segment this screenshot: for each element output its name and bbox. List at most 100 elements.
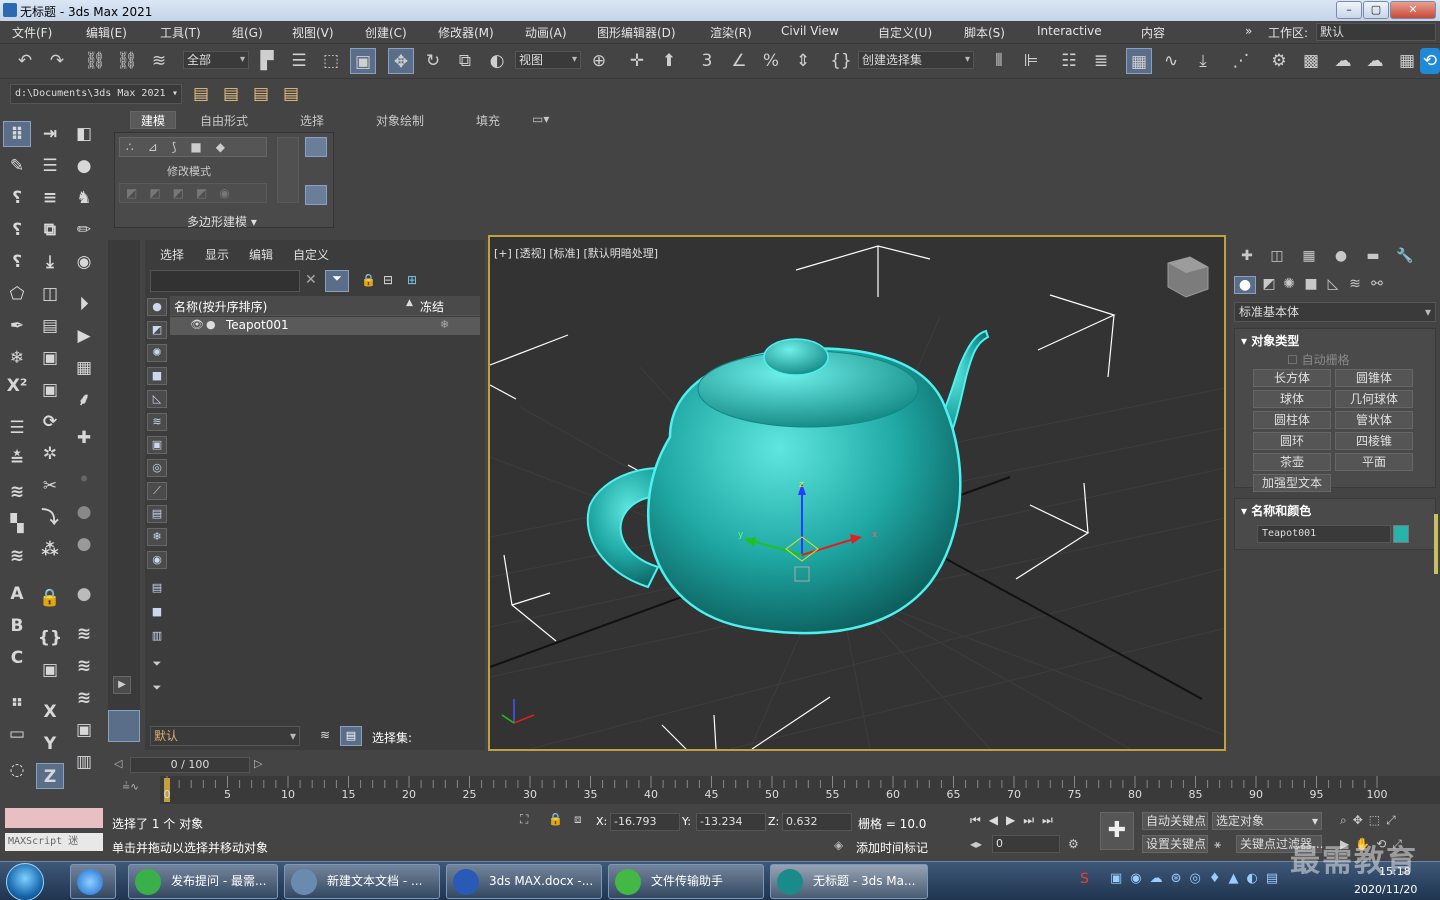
tab-freeform[interactable]: 自由形式 <box>200 112 248 129</box>
maxscript-listener[interactable] <box>5 808 103 828</box>
z-coordinate[interactable]: 0.632 <box>782 813 852 831</box>
shape-tool-icon[interactable]: ◫ <box>36 281 64 307</box>
minimize-button[interactable]: – <box>1336 1 1362 19</box>
snowflake-icon[interactable]: ❄ <box>3 345 31 371</box>
hierarchy-icon[interactable]: ⊟ <box>383 273 393 287</box>
utilities-tab-icon[interactable]: 🔧 <box>1394 248 1416 266</box>
select-by-name-icon[interactable]: ☰ <box>286 48 312 74</box>
curve-editor-icon[interactable]: ∿ <box>1158 48 1184 74</box>
task-item-4[interactable]: 无标题 - 3ds Ma... <box>770 864 928 899</box>
lock-small-icon[interactable]: 🔒 <box>361 273 376 287</box>
filter-containers-icon[interactable]: ▤ <box>147 505 167 523</box>
table-tool-icon[interactable]: ▤ <box>36 313 64 339</box>
new-folder-icon[interactable]: ▤ <box>248 81 274 107</box>
cube-tool-icon[interactable]: ▣ <box>36 345 64 371</box>
project-path-select[interactable]: d:\Documents\3ds Max 2021 ▾ <box>10 84 182 104</box>
display-none-icon[interactable]: ■ <box>147 604 167 622</box>
absolute-mode-icon[interactable]: ⧈ <box>574 812 582 827</box>
layers-tool-icon[interactable]: ≡ <box>36 185 64 211</box>
angle-snap-icon[interactable]: ∠ <box>726 48 752 74</box>
filter-shapes-icon[interactable]: ◩ <box>147 321 167 339</box>
move-down-icon[interactable]: ⤓ <box>36 249 64 275</box>
viewport-layout-icon[interactable] <box>108 710 140 742</box>
brush-tool-icon[interactable]: ⸙ <box>70 387 98 413</box>
teapot-object[interactable] <box>586 329 990 635</box>
object-category-dropdown[interactable]: 标准基本体 ▾ <box>1234 302 1436 322</box>
film-tool-icon[interactable]: ⏵ <box>70 291 98 317</box>
selection-lock-icon[interactable]: 🔒 <box>548 812 563 826</box>
task-item-2[interactable]: 3ds MAX.docx -... <box>446 864 602 899</box>
explorer-menu-edit[interactable]: 编辑 <box>249 246 273 263</box>
unlink-icon[interactable]: ⛓ <box>114 48 140 74</box>
sort-asc-icon[interactable]: ▲ <box>406 298 413 308</box>
link-icon[interactable]: ⛓ <box>82 48 108 74</box>
scene-explorer-icon[interactable]: ☷ <box>1056 48 1082 74</box>
mini-curve-icon[interactable]: ≟∿ <box>110 776 160 804</box>
torus-button[interactable]: 圆环 <box>1253 432 1331 450</box>
render-grid-icon[interactable]: ▦ <box>1394 48 1420 74</box>
helpers-icon[interactable]: ◺ <box>1322 276 1344 294</box>
filter-bones-icon[interactable]: ⟋ <box>147 482 167 500</box>
track-bar[interactable]: ≟∿ 0 5 10 15 20 25 30 35 40 45 50 55 60 65 70 75 80 85 90 9… <box>110 776 1440 804</box>
sphere-tool-icon[interactable]: ● <box>70 153 98 179</box>
lock-icon[interactable]: 🔒 <box>36 585 64 611</box>
column-freeze[interactable]: 冻结 <box>420 298 444 315</box>
gear-small-icon[interactable]: ✲ <box>36 441 64 467</box>
set-key-icon[interactable]: ✚ <box>1100 812 1134 850</box>
cone-button[interactable]: 圆锥体 <box>1335 369 1413 387</box>
camera-round-icon[interactable]: ⟳ <box>36 409 64 435</box>
paint-tool-icon[interactable]: ✒ <box>3 313 31 339</box>
schematic-view-icon[interactable]: ⤓ <box>1190 48 1216 74</box>
axis-z-icon[interactable]: Z <box>36 763 64 789</box>
set-project-icon[interactable]: ▤ <box>188 81 214 107</box>
select-object-icon[interactable]: ▛ <box>254 48 280 74</box>
maxscript-input[interactable]: MAXScript 迷 <box>5 833 103 851</box>
cylinder-button[interactable]: 圆柱体 <box>1253 411 1331 429</box>
plane-button[interactable]: 平面 <box>1335 453 1413 471</box>
select-rotate-icon[interactable]: ↻ <box>420 48 446 74</box>
spinner-snap-icon[interactable]: ⇕ <box>790 48 816 74</box>
box-button[interactable]: 长方体 <box>1253 369 1331 387</box>
autogrid-checkbox[interactable]: ☐ 自动栅格 <box>1287 351 1350 368</box>
viewport-nav-icons[interactable]: ⌕✥⬚⤢ <box>1340 813 1402 828</box>
tube-button[interactable]: 管状体 <box>1335 411 1413 429</box>
ribbon-toggle-icon[interactable]: ▦ <box>1126 48 1152 74</box>
task-item-3[interactable]: 文件传输助手 <box>608 864 764 899</box>
maximize-button[interactable]: ▢ <box>1363 1 1389 19</box>
open-folder-icon[interactable]: ▤ <box>218 81 244 107</box>
hierarchy-tab-icon[interactable]: ▦ <box>1298 248 1320 266</box>
lasso-icon[interactable]: ✎ <box>3 153 31 179</box>
object-type-header[interactable]: ▾ 对象类型 <box>1241 332 1299 349</box>
knife-icon[interactable]: ⤵ <box>36 505 64 531</box>
add-time-tag[interactable]: 添加时间标记 <box>856 839 928 856</box>
isolate-icon[interactable]: ⛶ <box>520 812 528 827</box>
menu-item-13[interactable]: Interactive <box>1037 24 1102 38</box>
text-b-icon[interactable]: B <box>3 613 31 639</box>
camera-tool-icon[interactable]: ◧ <box>70 121 98 147</box>
rect-selection-icon[interactable]: ⬚ <box>318 48 344 74</box>
record-tool-icon[interactable]: ▦ <box>70 355 98 381</box>
auto-key-button[interactable]: 自动关键点 <box>1142 812 1208 830</box>
graphite-tool2-icon[interactable] <box>305 185 327 205</box>
next-frame-icon[interactable]: ▷ <box>254 757 262 770</box>
keyboard-shortcut-icon[interactable]: ⬆ <box>656 48 682 74</box>
paint-select-icon[interactable]: ⸮ <box>3 185 31 211</box>
graphite-tool-icon[interactable] <box>305 137 327 157</box>
clear-search-icon[interactable]: ✕ <box>305 272 317 288</box>
menu-item-4[interactable]: 视图(V) <box>292 24 334 41</box>
material-editor-icon[interactable]: ⋰ <box>1228 48 1254 74</box>
teapot-button[interactable]: 茶壶 <box>1253 453 1331 471</box>
filter-funnel-icon[interactable]: ⏷ <box>147 656 167 674</box>
tab-selection[interactable]: 选择 <box>300 112 324 129</box>
axis-y-icon[interactable]: Y <box>36 731 64 757</box>
set-key-button[interactable]: 设置关键点 <box>1142 835 1208 853</box>
list-tool-icon[interactable]: ☰ <box>3 415 31 441</box>
render-setup-icon[interactable]: ⚙ <box>1266 48 1292 74</box>
manipulate-icon[interactable]: ✛ <box>624 48 650 74</box>
tab-modeling[interactable]: 建模 <box>130 111 177 129</box>
dotted-circle-icon[interactable]: ◌ <box>3 757 31 783</box>
layers-b-icon[interactable]: ≋ <box>70 653 98 679</box>
explorer-menu-select[interactable]: 选择 <box>160 246 184 263</box>
menu-item-7[interactable]: 动画(A) <box>525 24 567 41</box>
ruler-icon[interactable]: ▭ <box>3 721 31 747</box>
